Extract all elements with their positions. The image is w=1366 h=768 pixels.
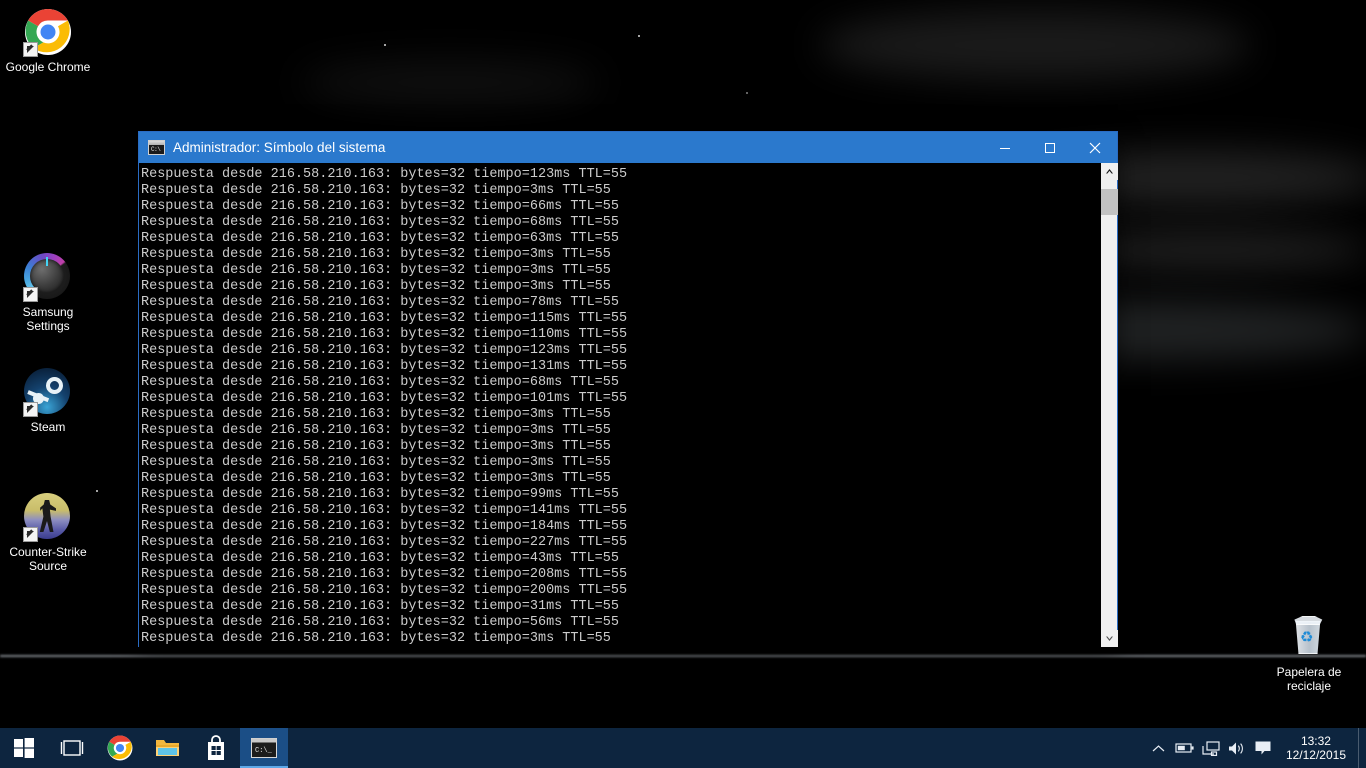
taskbar-store[interactable] — [192, 728, 240, 768]
console-line: Respuesta desde 216.58.210.163: bytes=32… — [141, 487, 619, 502]
scroll-up-arrow-icon[interactable] — [1101, 163, 1118, 180]
maximize-button[interactable] — [1027, 132, 1072, 163]
console-line: Respuesta desde 216.58.210.163: bytes=32… — [141, 615, 619, 630]
task-view-icon — [60, 740, 84, 756]
clock-date: 12/12/2015 — [1285, 748, 1346, 762]
cloud-wisp — [300, 60, 600, 105]
console-line: Respuesta desde 216.58.210.163: bytes=32… — [141, 359, 628, 374]
console-line: Respuesta desde 216.58.210.163: bytes=32… — [141, 471, 611, 486]
folder-icon — [156, 740, 179, 756]
window-titlebar[interactable]: C:\ Administrador: Símbolo del sistema — [139, 132, 1117, 163]
desktop-icon-google-chrome[interactable]: Google Chrome — [0, 8, 96, 74]
console-line: Respuesta desde 216.58.210.163: bytes=32… — [141, 231, 619, 246]
console-line: Respuesta desde 216.58.210.163: bytes=32… — [141, 263, 611, 278]
console-line: Respuesta desde 216.58.210.163: bytes=32… — [141, 183, 611, 198]
console-scrollbar[interactable] — [1100, 163, 1118, 647]
show-desktop-button[interactable] — [1358, 728, 1366, 768]
window-controls — [982, 132, 1117, 163]
star-speck — [96, 490, 98, 492]
console-line: Respuesta desde 216.58.210.163: bytes=32… — [141, 551, 619, 566]
console-line: Respuesta desde 216.58.210.163: bytes=32… — [141, 311, 628, 326]
action-center-icon[interactable] — [1250, 728, 1276, 768]
console-line: Respuesta desde 216.58.210.163: bytes=32… — [141, 599, 619, 614]
command-prompt-window[interactable]: C:\ Administrador: Símbolo del sistema R… — [138, 131, 1118, 647]
steam-icon — [23, 368, 72, 417]
console-line: Respuesta desde 216.58.210.163: bytes=32… — [141, 343, 628, 358]
star-speck — [384, 44, 386, 46]
show-hidden-icons-button[interactable] — [1146, 728, 1172, 768]
console-line: Respuesta desde 216.58.210.163: bytes=32… — [141, 631, 611, 646]
network-icon[interactable] — [1198, 728, 1224, 768]
battery-icon[interactable] — [1172, 728, 1198, 768]
scroll-thumb[interactable] — [1101, 189, 1118, 215]
desktop-icon-counter-strike-source[interactable]: Counter-Strike Source — [0, 493, 96, 573]
console-line: Respuesta desde 216.58.210.163: bytes=32… — [141, 167, 628, 182]
console-line: Respuesta desde 216.58.210.163: bytes=32… — [141, 375, 619, 390]
system-tray: 13:32 12/12/2015 — [1146, 728, 1366, 768]
console-line: Respuesta desde 216.58.210.163: bytes=32… — [141, 279, 611, 294]
desktop-icon-recycle-bin[interactable]: ♻ Papelera de reciclaje — [1261, 613, 1357, 693]
start-button[interactable] — [0, 728, 48, 768]
console-line: Respuesta desde 216.58.210.163: bytes=32… — [141, 583, 628, 598]
task-view-button[interactable] — [48, 728, 96, 768]
console-line: Respuesta desde 216.58.210.163: bytes=32… — [141, 423, 611, 438]
chrome-icon — [107, 735, 133, 761]
desktop-icon-steam[interactable]: Steam — [0, 368, 96, 434]
console-body[interactable]: Respuesta desde 216.58.210.163: bytes=32… — [139, 163, 1118, 647]
console-line: Respuesta desde 216.58.210.163: bytes=32… — [141, 327, 628, 342]
console-line: Respuesta desde 216.58.210.163: bytes=32… — [141, 439, 611, 454]
console-line: Respuesta desde 216.58.210.163: bytes=32… — [141, 567, 628, 582]
clock-time: 13:32 — [1300, 734, 1331, 748]
recycle-bin-icon: ♻ — [1285, 613, 1333, 661]
svg-text:C:\_: C:\_ — [255, 747, 273, 755]
taskbar-command-prompt[interactable]: C:\_ — [240, 728, 288, 768]
desktop-icon-label: Samsung Settings — [22, 305, 74, 333]
scroll-down-arrow-icon[interactable] — [1101, 630, 1118, 647]
console-line: Respuesta desde 216.58.210.163: bytes=32… — [141, 535, 628, 550]
star-speck — [746, 92, 748, 94]
taskbar-clock[interactable]: 13:32 12/12/2015 — [1276, 734, 1358, 762]
desktop-icon-label: Google Chrome — [5, 60, 91, 74]
chrome-icon — [23, 8, 72, 57]
desktop-icon-label: Papelera de reciclaje — [1276, 665, 1342, 693]
desktop-icon-label: Steam — [30, 420, 66, 434]
taskbar[interactable]: C:\_ 13:32 12/12/2015 — [0, 728, 1366, 768]
desktop-icon-label: Counter-Strike Source — [9, 545, 87, 573]
star-speck — [638, 35, 640, 37]
console-line: Respuesta desde 216.58.210.163: bytes=32… — [141, 503, 628, 518]
console-line: Respuesta desde 216.58.210.163: bytes=32… — [141, 519, 628, 534]
horizon-line — [0, 655, 1366, 657]
shortcut-overlay-icon — [23, 402, 38, 417]
console-line: Respuesta desde 216.58.210.163: bytes=32… — [141, 247, 611, 262]
speaker-icon[interactable] — [1224, 728, 1250, 768]
store-bag-icon — [208, 735, 224, 760]
console-icon: C:\_ — [251, 738, 277, 758]
console-line: Respuesta desde 216.58.210.163: bytes=32… — [141, 199, 619, 214]
cloud-wisp — [820, 10, 1250, 80]
console-line: Respuesta desde 216.58.210.163: bytes=32… — [141, 407, 611, 422]
minimize-button[interactable] — [982, 132, 1027, 163]
close-button[interactable] — [1072, 132, 1117, 163]
samsung-settings-icon — [23, 253, 72, 302]
taskbar-chrome[interactable] — [96, 728, 144, 768]
windows-logo-icon — [14, 738, 34, 758]
desktop-icon-samsung-settings[interactable]: Samsung Settings — [0, 253, 96, 333]
shortcut-overlay-icon — [23, 287, 38, 302]
taskbar-file-explorer[interactable] — [144, 728, 192, 768]
console-output[interactable]: Respuesta desde 216.58.210.163: bytes=32… — [139, 163, 1100, 647]
counter-strike-icon — [23, 493, 72, 542]
window-title: Administrador: Símbolo del sistema — [173, 140, 386, 155]
shortcut-overlay-icon — [23, 42, 38, 57]
console-line: Respuesta desde 216.58.210.163: bytes=32… — [141, 215, 619, 230]
console-icon: C:\ — [148, 140, 165, 155]
console-line: Respuesta desde 216.58.210.163: bytes=32… — [141, 295, 619, 310]
console-line: Respuesta desde 216.58.210.163: bytes=32… — [141, 391, 628, 406]
shortcut-overlay-icon — [23, 527, 38, 542]
console-line: Respuesta desde 216.58.210.163: bytes=32… — [141, 455, 611, 470]
